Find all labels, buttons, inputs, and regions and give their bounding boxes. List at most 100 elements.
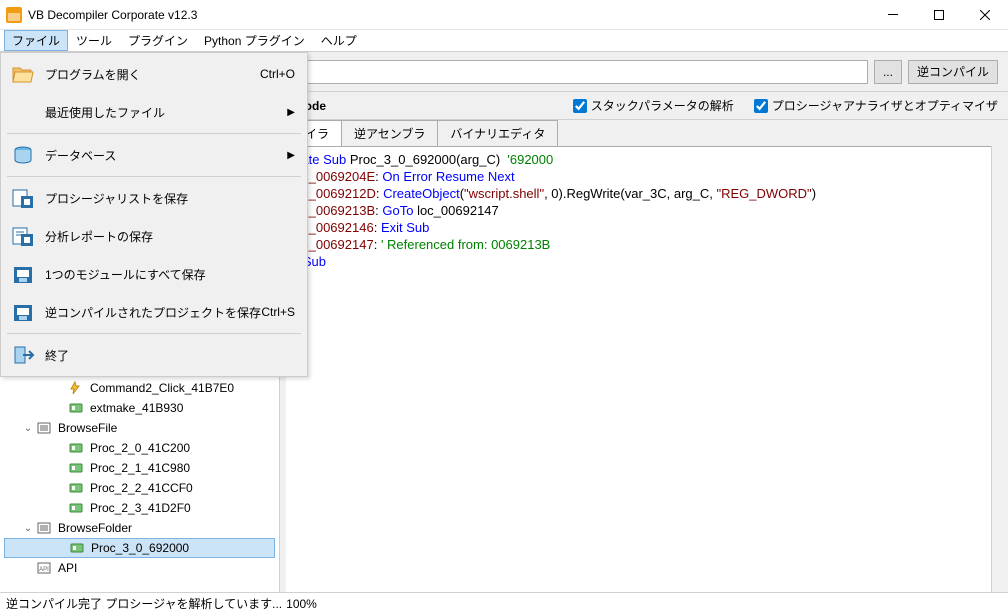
menu-item-3[interactable]: Python プラグイン: [196, 30, 313, 51]
menu-item-label: 1つのモジュールにすべて保存: [45, 266, 295, 283]
window-title: VB Decompiler Corporate v12.3: [28, 8, 870, 22]
module-icon: [36, 420, 52, 436]
code-tab-1[interactable]: 逆アセンブラ: [341, 120, 438, 146]
menu-item-accel: Ctrl+S: [261, 305, 295, 319]
tree-item[interactable]: Proc_3_0_692000: [4, 538, 275, 558]
menubar: ファイルツールプラグインPython プラグインヘルプ: [0, 30, 1008, 52]
heading-row: Code スタックパラメータの解析 プロシージャアナライザとオプティマイザ: [286, 92, 1008, 120]
status-percent: 100%: [286, 597, 317, 611]
file-menu-item-0[interactable]: プログラムを開くCtrl+O: [3, 55, 305, 93]
menu-separator: [7, 133, 301, 134]
path-input[interactable]: [296, 60, 868, 84]
proc-green-icon: [68, 480, 84, 496]
code-tabs: イラ逆アセンブラバイナリエディタ: [286, 120, 1008, 146]
proc-analyzer-input[interactable]: [754, 99, 768, 113]
window-controls: [870, 0, 1008, 30]
scrollbar-gutter[interactable]: [991, 146, 1008, 592]
app-icon: [6, 7, 22, 23]
proc-green-icon: [68, 500, 84, 516]
titlebar: VB Decompiler Corporate v12.3: [0, 0, 1008, 30]
file-menu-item-7[interactable]: 1つのモジュールにすべて保存: [3, 255, 305, 293]
menu-separator: [7, 333, 301, 334]
tree-item[interactable]: Proc_2_0_41C200: [4, 438, 275, 458]
tree-item-label: Command2_Click_41B7E0: [88, 381, 236, 395]
chevron-right-icon: ▶: [287, 150, 295, 161]
decompile-button[interactable]: 逆コンパイル: [908, 60, 998, 84]
menu-item-label: プログラムを開く: [45, 66, 260, 83]
menu-item-label: 分析レポートの保存: [45, 228, 295, 245]
save-module-icon: [9, 260, 37, 288]
file-menu-popup: プログラムを開くCtrl+O 最近使用したファイル ▶ データベース ▶ プロシージャリス…: [0, 52, 308, 377]
statusbar: 逆コンパイル完了 プロシージャを解析しています... 100%: [0, 592, 1008, 614]
chevron-right-icon: ▶: [287, 107, 295, 118]
menu-item-0[interactable]: ファイル: [4, 30, 68, 51]
close-button[interactable]: [962, 0, 1008, 30]
tree-item[interactable]: Proc_2_2_41CCF0: [4, 478, 275, 498]
database-icon: [9, 141, 37, 169]
tree-item[interactable]: Proc_2_3_41D2F0: [4, 498, 275, 518]
menu-separator: [7, 176, 301, 177]
code-line: loc_0069212D: CreateObject("wscript.shel…: [292, 185, 985, 202]
tree-item[interactable]: Proc_2_1_41C980: [4, 458, 275, 478]
module-icon: [36, 520, 52, 536]
tree-item-label: BrowseFile: [56, 421, 119, 435]
code-area[interactable]: ivate Sub Proc_3_0_692000(arg_C) '692000…: [286, 146, 991, 592]
tree-item-label: API: [56, 561, 79, 575]
tree-item[interactable]: extmake_41B930: [4, 398, 275, 418]
file-menu-item-5[interactable]: プロシージャリストを保存: [3, 179, 305, 217]
menu-item-label: プロシージャリストを保存: [45, 190, 295, 207]
menu-item-2[interactable]: プラグイン: [120, 30, 196, 51]
svg-text:API: API: [39, 567, 49, 573]
tree-item-label: Proc_2_3_41D2F0: [88, 501, 193, 515]
browse-button[interactable]: ...: [874, 60, 902, 84]
code-line: loc_00692146: Exit Sub: [292, 219, 985, 236]
tree-item[interactable]: ⌄ BrowseFile: [4, 418, 275, 438]
save-report-icon: [9, 222, 37, 250]
menu-item-label: 最近使用したファイル: [45, 104, 279, 121]
toolbar: ... 逆コンパイル: [286, 52, 1008, 92]
proc-green-icon: [68, 460, 84, 476]
tree-item-label: Proc_2_0_41C200: [88, 441, 192, 455]
file-menu-item-3[interactable]: データベース ▶: [3, 136, 305, 174]
file-menu-item-10[interactable]: 終了: [3, 336, 305, 374]
exit-icon: [9, 341, 37, 369]
minimize-button[interactable]: [870, 0, 916, 30]
lightning-icon: [68, 380, 84, 396]
tree-item-label: extmake_41B930: [88, 401, 185, 415]
main-panel: ... 逆コンパイル Code スタックパラメータの解析 プロシージャアナライザ…: [286, 52, 1008, 592]
code-line: d Sub: [292, 253, 985, 270]
maximize-button[interactable]: [916, 0, 962, 30]
tree-item-label: Proc_2_2_41CCF0: [88, 481, 195, 495]
proc-green-icon: [69, 540, 85, 556]
stack-params-input[interactable]: [573, 99, 587, 113]
menu-item-label: 逆コンパイルされたプロジェクトを保存: [45, 304, 261, 321]
menu-item-accel: Ctrl+O: [260, 67, 295, 81]
file-menu-item-6[interactable]: 分析レポートの保存: [3, 217, 305, 255]
tree-toggle-icon[interactable]: ⌄: [20, 523, 36, 534]
tree-item[interactable]: API API: [4, 558, 275, 578]
tree-item-label: Proc_3_0_692000: [89, 541, 191, 555]
proc-green-icon: [68, 400, 84, 416]
code-line: ivate Sub Proc_3_0_692000(arg_C) '692000: [292, 151, 985, 168]
file-menu-item-8[interactable]: 逆コンパイルされたプロジェクトを保存Ctrl+S: [3, 293, 305, 331]
api-icon: API: [36, 560, 52, 576]
blank-icon: [9, 98, 37, 126]
tree-toggle-icon[interactable]: ⌄: [20, 423, 36, 434]
tree-item-label: Proc_2_1_41C980: [88, 461, 192, 475]
tree-item-label: BrowseFolder: [56, 521, 134, 535]
file-menu-item-1[interactable]: 最近使用したファイル ▶: [3, 93, 305, 131]
menu-item-4[interactable]: ヘルプ: [313, 30, 365, 51]
code-line: loc_0069204E: On Error Resume Next: [292, 168, 985, 185]
code-tab-2[interactable]: バイナリエディタ: [437, 120, 558, 146]
menu-item-label: データベース: [45, 147, 279, 164]
menu-item-label: 終了: [45, 347, 295, 364]
folder-open-icon: [9, 60, 37, 88]
status-text: 逆コンパイル完了 プロシージャを解析しています...: [6, 595, 282, 612]
tree-item[interactable]: ⌄ BrowseFolder: [4, 518, 275, 538]
proc-green-icon: [68, 440, 84, 456]
proc-analyzer-checkbox[interactable]: プロシージャアナライザとオプティマイザ: [754, 97, 998, 114]
tree-item[interactable]: Command2_Click_41B7E0: [4, 378, 275, 398]
code-line: loc_0069213B: GoTo loc_00692147: [292, 202, 985, 219]
stack-params-checkbox[interactable]: スタックパラメータの解析: [573, 97, 734, 114]
menu-item-1[interactable]: ツール: [68, 30, 120, 51]
